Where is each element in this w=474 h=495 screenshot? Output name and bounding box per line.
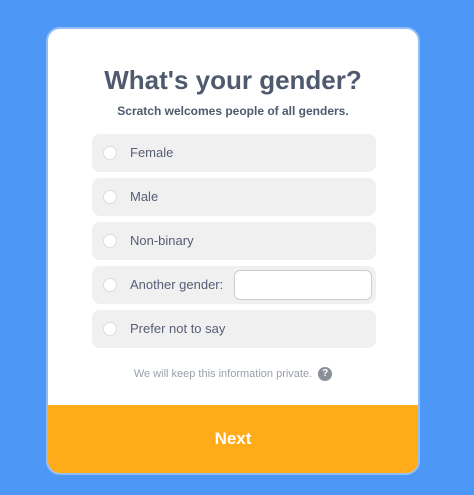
privacy-text: We will keep this information private. <box>133 368 313 380</box>
next-button[interactable]: Next <box>48 405 418 473</box>
radio-button[interactable] <box>103 146 117 160</box>
option-another-gender[interactable]: Another gender: <box>92 266 376 304</box>
question-circle-icon[interactable]: ? <box>318 367 333 382</box>
option-label: Non-binary <box>130 233 194 248</box>
custom-gender-input[interactable] <box>234 270 372 300</box>
option-label: Male <box>130 189 159 204</box>
option-non-binary[interactable]: Non-binary <box>92 222 376 260</box>
radio-button[interactable] <box>103 190 117 204</box>
radio-button[interactable] <box>103 322 117 336</box>
option-male[interactable]: Male <box>92 178 376 216</box>
dialog-subtitle: Scratch welcomes people of all genders. <box>117 104 349 118</box>
radio-button[interactable] <box>103 278 117 292</box>
option-label: Female <box>130 145 174 160</box>
option-label: Another gender: <box>130 277 224 292</box>
radio-button[interactable] <box>103 234 117 248</box>
option-label: Prefer not to say <box>130 321 226 336</box>
option-prefer-not-to-say[interactable]: Prefer not to say <box>92 310 376 348</box>
option-female[interactable]: Female <box>92 134 376 172</box>
dialog-title: What's your gender? <box>104 65 362 95</box>
gender-dialog: What's your gender? Scratch welcomes peo… <box>46 27 420 475</box>
privacy-note: We will keep this information private.? <box>48 366 418 382</box>
